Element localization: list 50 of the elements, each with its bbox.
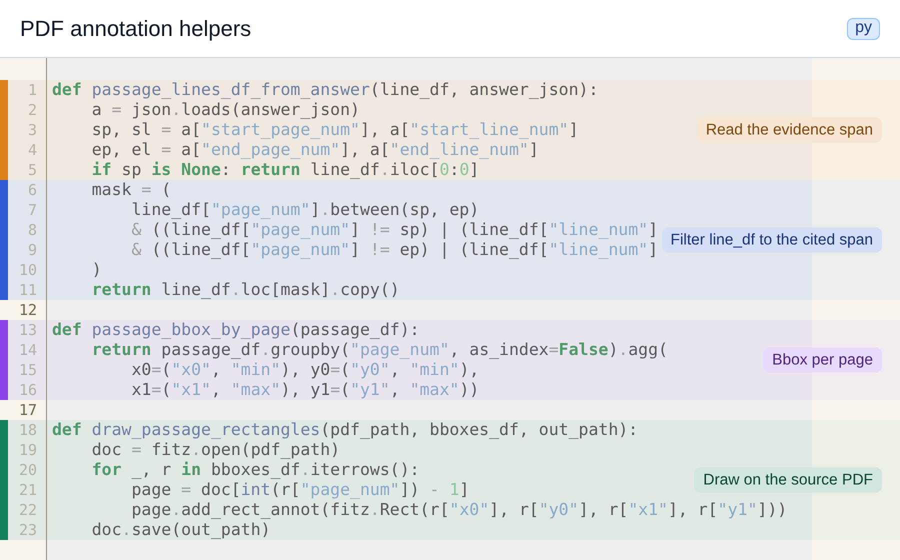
line-number: 10 — [18, 260, 38, 280]
code-line: x1=("x1", "max"), y1=("y1", "max")) — [130, 380, 480, 400]
code-line: sp, sl = a["start_page_num"], a["start_line_num"] — [90, 120, 579, 140]
code-line: if sp is None: return line_df.iloc[0:0] — [90, 160, 480, 180]
code-line: doc = fitz.open(pdf_path) — [90, 440, 340, 460]
annotation-label: Bbox per page — [763, 348, 882, 372]
line-number: 1 — [26, 80, 38, 100]
code-line: def passage_lines_df_from_answer(line_df, answer_json): — [52, 80, 598, 100]
line-number: 11 — [18, 280, 38, 300]
annotation-label: Read the evidence span — [696, 118, 882, 142]
line-number: 18 — [18, 420, 38, 440]
code-line: mask = ( — [90, 180, 172, 200]
code-line: def draw_passage_rectangles(pdf_path, bboxes_df, out_path): — [52, 420, 638, 440]
code-line: & ((line_df["page_num"] != ep) | (line_df["line_num"] — [130, 240, 658, 260]
code-line: page.add_rect_annot(fitz.Rect(r["x0"], r["y0"], r["x1"], r["y1"])) — [130, 500, 788, 520]
code-line: return line_df.loc[mask].copy() — [90, 280, 400, 300]
line-number: 22 — [18, 500, 38, 520]
line-number: 23 — [18, 520, 38, 540]
code-line: for _, r in bboxes_df.iterrows(): — [90, 460, 420, 480]
code-line: & ((line_df["page_num"] != sp) | (line_df["line_num"] — [130, 220, 658, 240]
annotation-label: Draw on the source PDF — [694, 468, 882, 492]
code-line: doc.save(out_path) — [90, 520, 271, 540]
code-line: page = doc[int(r["page_num"]) - 1] — [130, 480, 470, 500]
code-line: a = json.loads(answer_json) — [90, 100, 360, 120]
line-number: 8 — [26, 220, 38, 240]
line-number: 16 — [18, 380, 38, 400]
code-line: x0=("x0", "min"), y0=("y0", "min"), — [130, 360, 480, 380]
code-line: ep, el = a["end_page_num"], a["end_line_num"] — [90, 140, 539, 160]
line-number: 15 — [18, 360, 38, 380]
code-line: def passage_bbox_by_page(passage_df): — [52, 320, 420, 340]
line-number: 19 — [18, 440, 38, 460]
line-number: 6 — [26, 180, 38, 200]
line-number: 14 — [18, 340, 38, 360]
page-title: PDF annotation helpers — [20, 16, 252, 42]
annotation-label: Filter line_df to the cited span — [662, 228, 882, 252]
line-number: 5 — [26, 160, 38, 180]
code-line: return passage_df.groupby("page_num", as_index=False).agg( — [90, 340, 668, 360]
line-number: 2 — [26, 100, 38, 120]
code-line: line_df["page_num"].between(sp, ep) — [130, 200, 480, 220]
line-number: 17 — [18, 400, 38, 420]
line-number: 4 — [26, 140, 38, 160]
line-number: 12 — [18, 300, 38, 320]
line-number: 20 — [18, 460, 38, 480]
line-number: 13 — [18, 320, 38, 340]
code-line: ) — [90, 260, 102, 280]
line-number: 21 — [18, 480, 38, 500]
line-number: 9 — [26, 240, 38, 260]
line-number: 3 — [26, 120, 38, 140]
line-number: 7 — [26, 200, 38, 220]
language-badge: py — [847, 18, 880, 40]
